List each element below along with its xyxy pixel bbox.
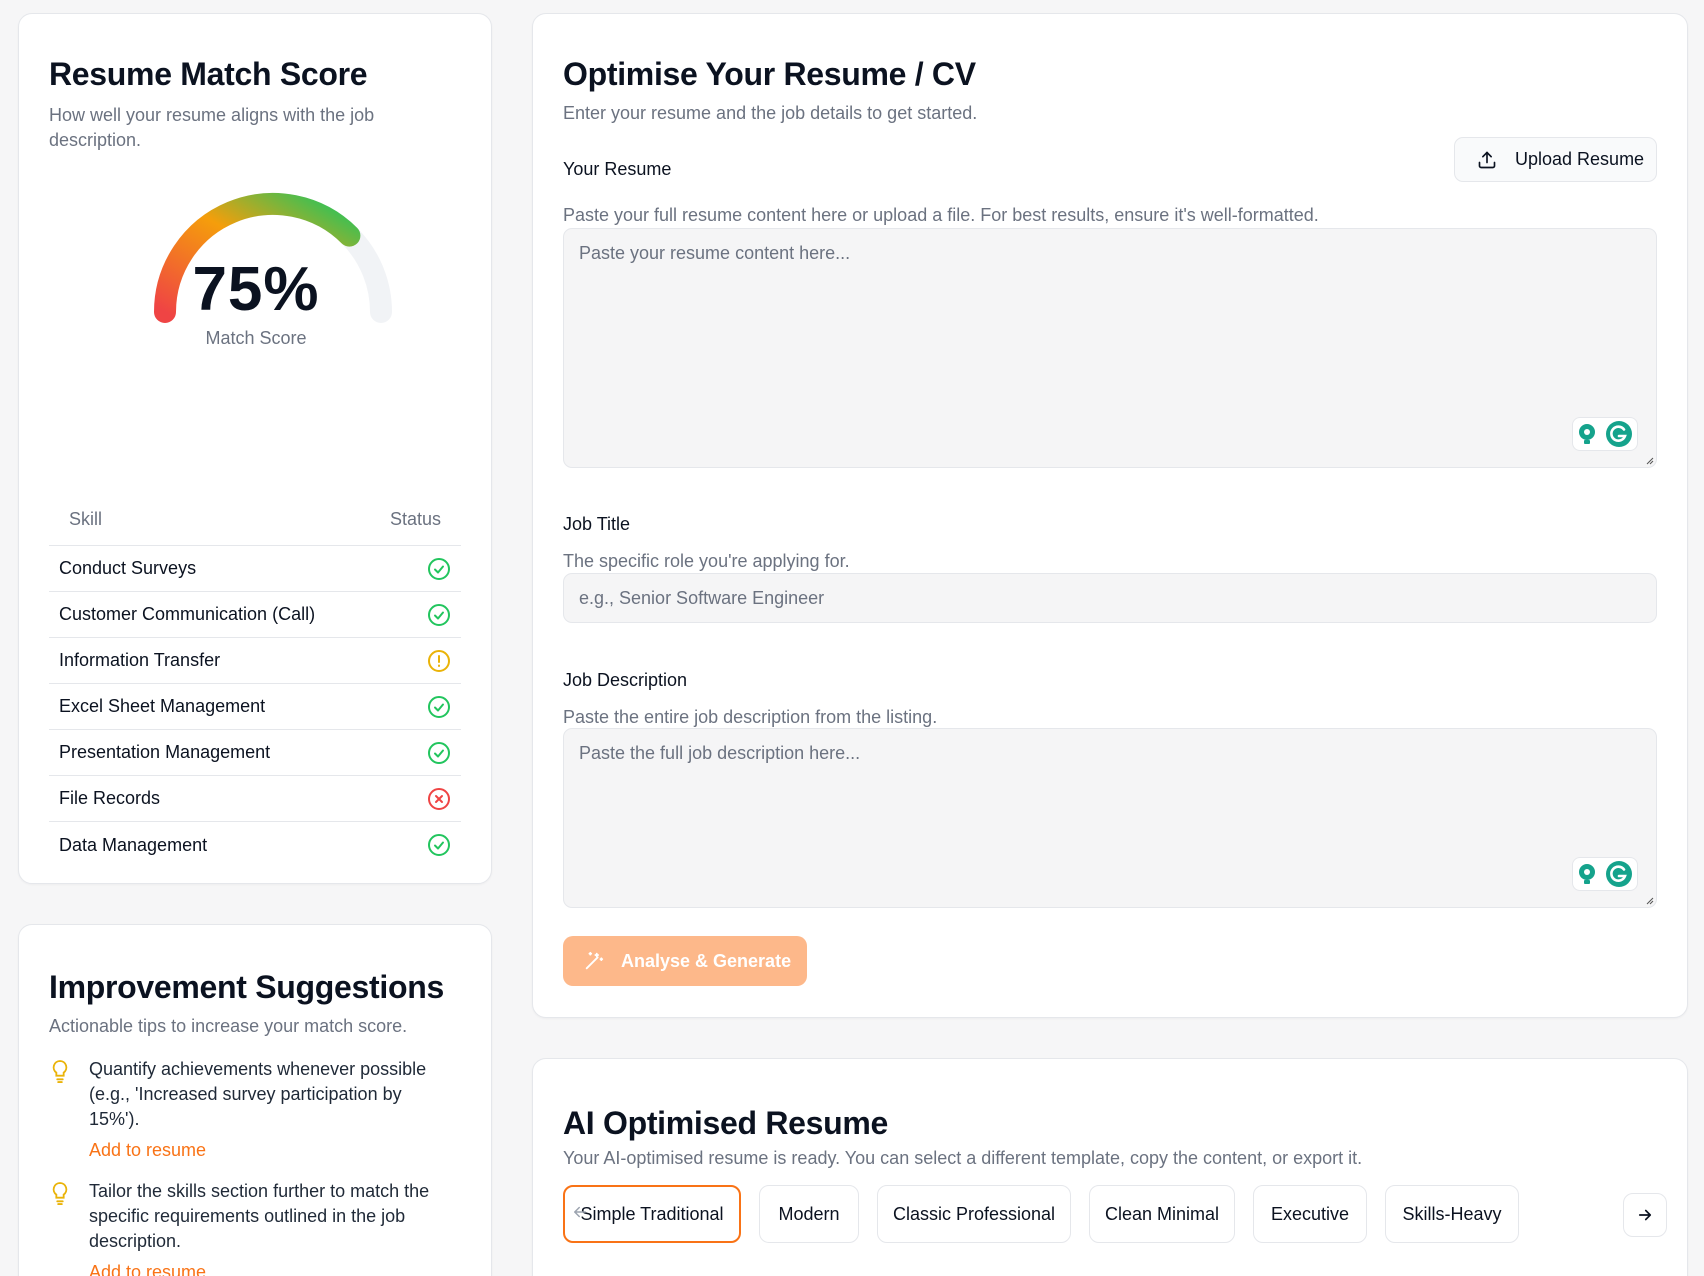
output-subtitle: Your AI-optimised resume is ready. You c… [563, 1148, 1363, 1168]
analyse-generate-label: Analyse & Generate [621, 950, 792, 971]
suggestions-title: Improvement Suggestions [49, 969, 444, 1005]
skill-row: Information Transfer [49, 638, 461, 684]
template-label: Classic Professional [892, 1203, 1056, 1224]
suggestions-subtitle: Actionable tips to increase your match s… [49, 1016, 408, 1036]
suggestion-item: Quantify achievements whenever possible … [49, 1057, 461, 1161]
job-description-placeholder: Paste the full job description here... [579, 743, 861, 763]
lightbulb-icon [52, 1060, 68, 1084]
skill-row: Customer Communication (Call) [49, 592, 461, 638]
resume-label: Your Resume [563, 159, 672, 179]
skills-table-header: Skill Status [49, 494, 461, 546]
template-label: Clean Minimal [1104, 1203, 1220, 1224]
skill-name: File Records [59, 788, 161, 808]
grammarly-icon [1606, 861, 1632, 887]
score-card-subtitle: How well your resume aligns with the job… [49, 105, 375, 150]
resize-handle-icon[interactable] [1644, 455, 1654, 465]
lightbulb-icon [52, 1182, 68, 1206]
optimise-resume-card: Optimise Your Resume / CV Enter your res… [532, 13, 1688, 1018]
check-circle-icon [428, 603, 450, 626]
template-option-clean-minimal[interactable]: Clean Minimal [1089, 1185, 1235, 1243]
alert-circle-icon [428, 649, 450, 672]
skill-name: Conduct Surveys [59, 558, 197, 578]
magic-wand-icon [585, 951, 604, 970]
skills-table: Skill Status Conduct Surveys Customer Com… [49, 494, 461, 868]
match-score-value: 75% [192, 255, 320, 324]
score-card-title: Resume Match Score [49, 56, 368, 92]
template-label: Modern [778, 1203, 840, 1224]
templates-next-button[interactable] [1623, 1193, 1667, 1237]
x-circle-icon [428, 787, 450, 810]
status-column-header: Status [389, 509, 441, 529]
upload-resume-button[interactable]: Upload Resume [1454, 137, 1657, 182]
template-label: Executive [1270, 1203, 1350, 1224]
add-to-resume-link[interactable]: Add to resume [89, 1262, 449, 1276]
ai-optimised-resume-card: AI Optimised Resume Your AI-optimised re… [532, 1058, 1688, 1276]
form-title: Optimise Your Resume / CV [563, 56, 976, 92]
resume-match-score-card: Resume Match Score How well your resume … [18, 13, 492, 884]
job-description-help: Paste the entire job description from th… [563, 707, 938, 727]
resume-help: Paste your full resume content here or u… [563, 205, 1319, 225]
skill-name: Customer Communication (Call) [59, 604, 316, 624]
job-description-textarea[interactable]: Paste the full job description here... [563, 728, 1657, 908]
grammarly-icon [1606, 421, 1632, 447]
analyse-generate-button[interactable]: Analyse & Generate [563, 936, 807, 986]
resume-textarea[interactable]: Paste your resume content here... [563, 228, 1657, 468]
skill-name: Information Transfer [59, 650, 221, 670]
template-label: Skills-Heavy [1402, 1203, 1502, 1224]
template-selector: Simple Traditional Modern Classic Professi… [563, 1185, 1657, 1245]
resize-handle-icon[interactable] [1644, 895, 1654, 905]
suggestion-text: Quantify achievements whenever possible … [89, 1059, 427, 1129]
upload-icon [1478, 151, 1496, 168]
skill-column-header: Skill [69, 509, 103, 529]
skill-row: Presentation Management [49, 730, 461, 776]
check-circle-icon [428, 834, 450, 856]
bulb-assist-icon [1579, 864, 1595, 884]
output-title: AI Optimised Resume [563, 1105, 889, 1141]
form-subtitle: Enter your resume and the job details to… [563, 103, 978, 123]
template-option-skills-heavy[interactable]: Skills-Heavy [1385, 1185, 1519, 1243]
template-option-modern[interactable]: Modern [759, 1185, 859, 1243]
bulb-assist-icon [1579, 424, 1595, 444]
skill-name: Data Management [59, 834, 208, 855]
templates-prev-icon[interactable] [571, 1203, 589, 1226]
template-label: Simple Traditional [580, 1203, 724, 1224]
resume-placeholder: Paste your resume content here... [579, 243, 851, 263]
improvement-suggestions-card: Improvement Suggestions Actionable tips … [18, 924, 492, 1276]
check-circle-icon [428, 741, 450, 764]
job-title-placeholder: e.g., Senior Software Engineer [579, 587, 825, 608]
skill-row: Conduct Surveys [49, 546, 461, 592]
skill-row: Excel Sheet Management [49, 684, 461, 730]
skill-row: Data Management [49, 822, 461, 868]
template-option-simple-traditional[interactable]: Simple Traditional [563, 1185, 741, 1243]
skill-name: Presentation Management [59, 742, 271, 762]
job-description-label: Job Description [563, 670, 688, 690]
match-score-caption: Match Score [205, 328, 307, 348]
suggestion-item: Tailor the skills section further to mat… [49, 1179, 461, 1276]
check-circle-icon [428, 557, 450, 580]
template-option-executive[interactable]: Executive [1253, 1185, 1367, 1243]
grammarly-widget[interactable] [1572, 417, 1638, 451]
template-option-classic-professional[interactable]: Classic Professional [877, 1185, 1071, 1243]
job-title-help: The specific role you're applying for. [563, 551, 850, 571]
upload-resume-label: Upload Resume [1515, 149, 1645, 169]
job-title-input[interactable]: e.g., Senior Software Engineer [563, 573, 1657, 623]
job-title-label: Job Title [563, 514, 631, 534]
grammarly-widget[interactable] [1572, 857, 1638, 891]
suggestion-text: Tailor the skills section further to mat… [89, 1181, 430, 1251]
add-to-resume-link[interactable]: Add to resume [89, 1140, 449, 1161]
check-circle-icon [428, 695, 450, 718]
arrow-right-icon [1638, 1209, 1652, 1221]
skill-name: Excel Sheet Management [59, 696, 266, 716]
skill-row: File Records [49, 776, 461, 822]
